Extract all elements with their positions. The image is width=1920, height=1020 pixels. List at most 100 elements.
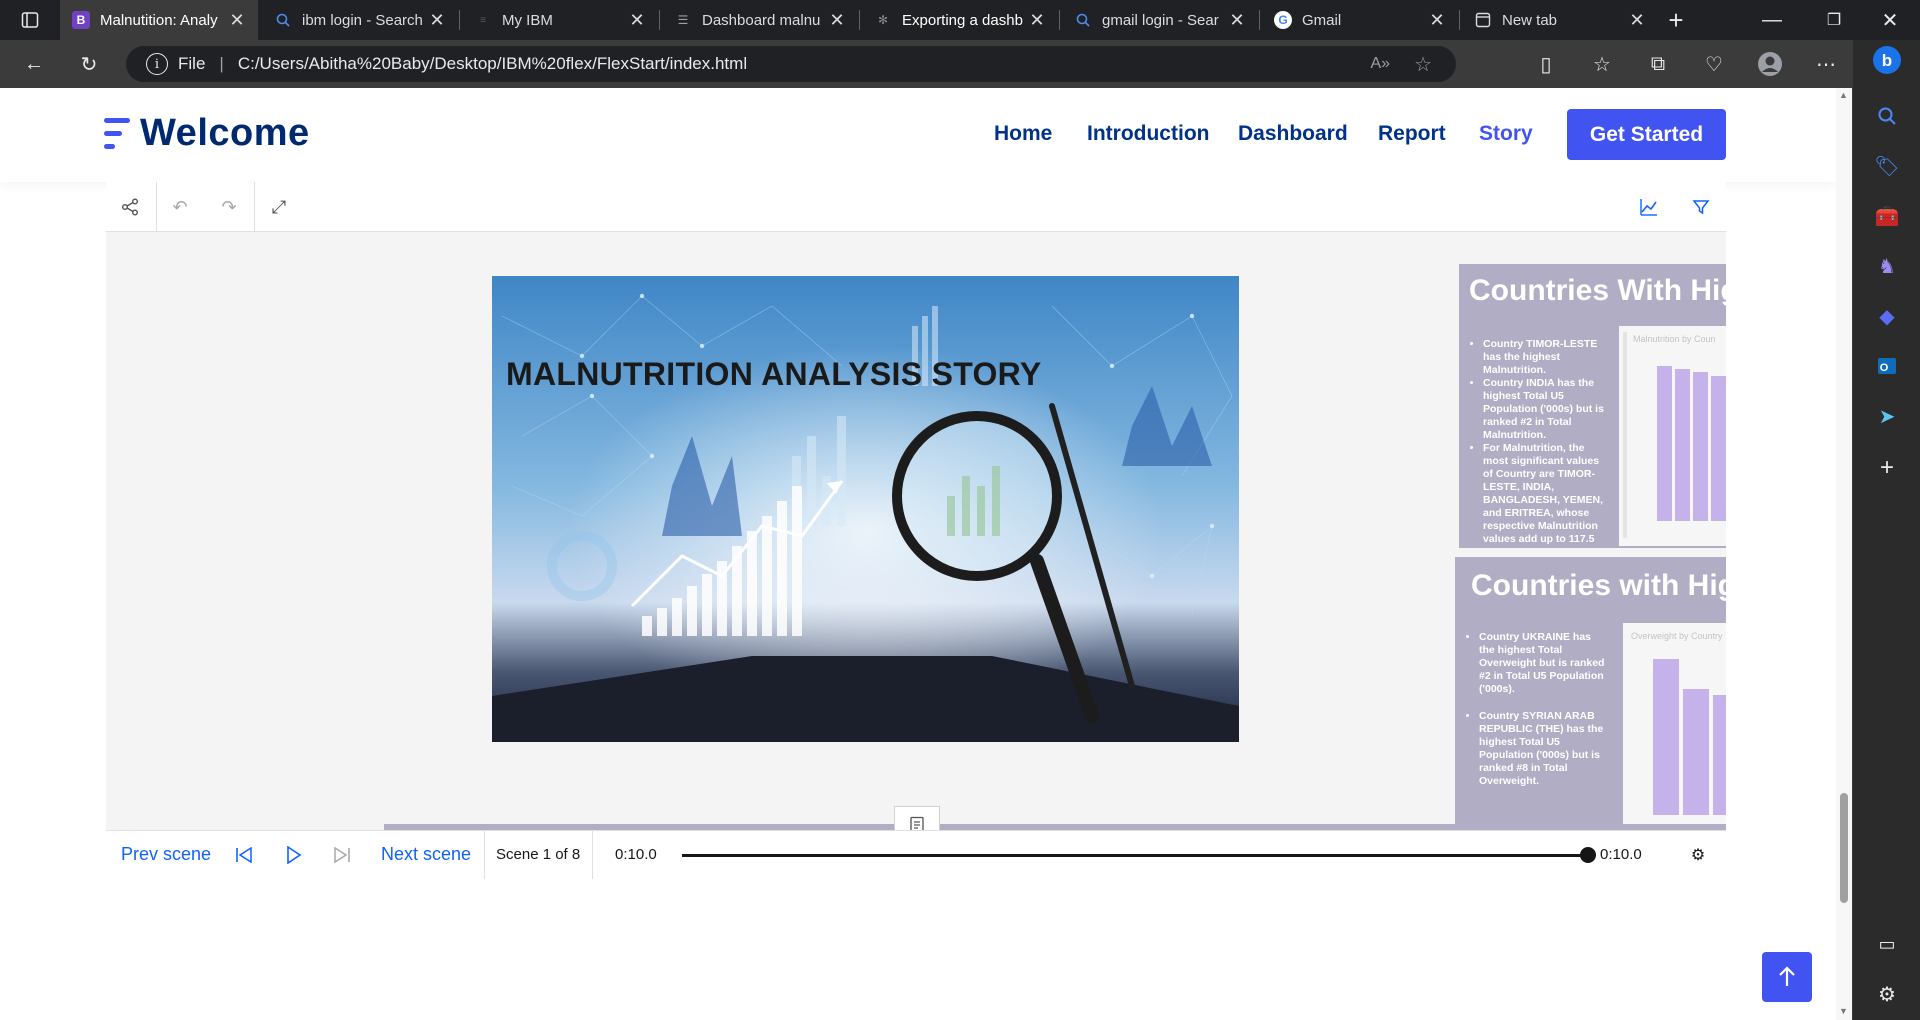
tab-title: Dashboard malnu bbox=[702, 11, 821, 29]
filter-icon[interactable] bbox=[1686, 192, 1716, 222]
back-to-top-button[interactable] bbox=[1762, 952, 1812, 1002]
bullet-item: Country UKRAINE has the highest Total Ov… bbox=[1479, 631, 1605, 696]
scrollbar-thumb[interactable] bbox=[1840, 793, 1848, 903]
skip-to-end-icon[interactable] bbox=[328, 841, 356, 869]
redo-icon[interactable]: ↷ bbox=[214, 192, 244, 222]
window-close-icon[interactable]: ✕ bbox=[1874, 4, 1906, 36]
close-icon[interactable]: ✕ bbox=[1428, 10, 1446, 31]
story-playback-bar: Prev scene Next scene Scene 1 of 8 0:10.… bbox=[106, 830, 1726, 879]
bullet-item: Country SYRIAN ARAB REPUBLIC (THE) has t… bbox=[1479, 710, 1605, 788]
hero-image: MALNUTRITION ANALYSIS STORY bbox=[492, 276, 1239, 742]
split-screen-icon[interactable]: ▯ bbox=[1530, 48, 1562, 80]
collections-icon[interactable]: ⧉ bbox=[1642, 48, 1674, 80]
scene-card-title: Countries with Hig bbox=[1471, 569, 1726, 602]
story-toolbar: ↶ ↷ ⤢ bbox=[106, 182, 1726, 232]
microsoft365-icon[interactable]: ◆ bbox=[1871, 300, 1903, 332]
chart-label: Overweight by Country bbox=[1631, 631, 1723, 641]
shopping-tag-icon[interactable]: 🏷 bbox=[1871, 150, 1903, 182]
games-icon[interactable]: ♞ bbox=[1871, 250, 1903, 282]
tab-gmail[interactable]: G Gmail ✕ bbox=[1262, 0, 1458, 40]
outlook-icon[interactable]: O bbox=[1871, 350, 1903, 382]
malnutrition-bar-chart: Malnutrition by Coun bbox=[1619, 326, 1726, 546]
logo-text[interactable]: Welcome bbox=[140, 112, 310, 155]
story-viewer: ↶ ↷ ⤢ MALNUTRITION ANALYSIS STORY Countr… bbox=[106, 182, 1726, 879]
address-bar[interactable]: i File | C:/Users/Abitha%20Baby/Desktop/… bbox=[126, 46, 1456, 82]
next-scene-button[interactable]: Next scene bbox=[381, 844, 471, 865]
fullscreen-expand-icon[interactable]: ⤢ bbox=[264, 192, 294, 222]
chart-bar bbox=[1713, 695, 1726, 815]
nav-home[interactable]: Home bbox=[994, 122, 1052, 146]
scene-card-bullets: Country UKRAINE has the highest Total Ov… bbox=[1465, 631, 1605, 788]
page-scrollbar[interactable]: ▲ ▼ bbox=[1836, 88, 1852, 1020]
close-icon[interactable]: ✕ bbox=[1228, 10, 1246, 31]
scene-counter: Scene 1 of 8 bbox=[496, 846, 581, 863]
site-header: Welcome Home Introduction Dashboard Repo… bbox=[0, 88, 1836, 182]
nav-story[interactable]: Story bbox=[1479, 122, 1533, 146]
favorite-star-icon[interactable]: ☆ bbox=[1414, 52, 1432, 77]
tab-malnutrition[interactable]: B Malnutition: Analy ✕ bbox=[60, 0, 258, 40]
restore-icon[interactable]: ❐ bbox=[1818, 4, 1850, 36]
community-icon: ✻ bbox=[877, 13, 889, 27]
chart-bar bbox=[1693, 372, 1708, 521]
refresh-icon[interactable]: ↻ bbox=[73, 48, 105, 80]
nav-introduction[interactable]: Introduction bbox=[1087, 122, 1209, 146]
sidebar-settings-icon[interactable]: ⚙ bbox=[1871, 978, 1903, 1010]
bullet-item: Country INDIA has the highest Total U5 P… bbox=[1483, 377, 1609, 442]
site-info-icon[interactable]: i bbox=[146, 53, 168, 75]
tab-gmail-login-search[interactable]: gmail login - Sear ✕ bbox=[1062, 0, 1258, 40]
url-text[interactable]: C:/Users/Abitha%20Baby/Desktop/IBM%20fle… bbox=[238, 54, 1371, 74]
close-icon[interactable]: ✕ bbox=[428, 10, 446, 31]
more-menu-icon[interactable]: ⋯ bbox=[1810, 48, 1842, 80]
share-icon[interactable] bbox=[115, 192, 145, 222]
chart-bar bbox=[1683, 689, 1709, 815]
visualization-icon[interactable] bbox=[1634, 192, 1664, 222]
scene-card-malnutrition[interactable]: Countries With Hig Country TIMOR-LESTE h… bbox=[1459, 264, 1726, 548]
close-icon[interactable]: ✕ bbox=[1028, 10, 1046, 31]
scene-card-title: Countries With Hig bbox=[1469, 274, 1726, 307]
undo-icon[interactable]: ↶ bbox=[165, 192, 195, 222]
prev-scene-button[interactable]: Prev scene bbox=[121, 844, 211, 865]
back-arrow-icon[interactable]: ← bbox=[18, 48, 50, 80]
profile-avatar[interactable] bbox=[1754, 48, 1786, 80]
timeline-slider[interactable] bbox=[682, 854, 1588, 857]
browser-tab-strip: B Malnutition: Analy ✕ ibm login - Searc… bbox=[0, 0, 1920, 40]
get-started-button[interactable]: Get Started bbox=[1567, 109, 1726, 160]
add-sidebar-app-icon[interactable]: + bbox=[1871, 452, 1903, 484]
favorites-icon[interactable]: ☆ bbox=[1586, 48, 1618, 80]
settings-gear-icon[interactable]: ⚙ bbox=[1684, 841, 1712, 869]
tab-title: Malnutition: Analy bbox=[100, 11, 218, 29]
send-icon[interactable]: ➤ bbox=[1871, 400, 1903, 432]
chart-bar bbox=[1711, 376, 1726, 521]
tab-exporting-dashboard[interactable]: ✻ Exporting a dashb ✕ bbox=[862, 0, 1058, 40]
tab-actions-icon[interactable] bbox=[14, 4, 46, 36]
tab-ibm-login-search[interactable]: ibm login - Search ✕ bbox=[262, 0, 458, 40]
browser-essentials-icon[interactable]: ♡ bbox=[1698, 48, 1730, 80]
tab-my-ibm[interactable]: ≡ My IBM ✕ bbox=[462, 0, 658, 40]
browser-toolbar: ← ↻ i File | C:/Users/Abitha%20Baby/Desk… bbox=[0, 40, 1920, 88]
newtab-icon bbox=[1474, 11, 1492, 29]
copilot-icon[interactable]: b bbox=[1871, 44, 1903, 76]
tab-dashboard-malnu[interactable]: ☰ Dashboard malnu ✕ bbox=[662, 0, 858, 40]
search-icon[interactable] bbox=[1871, 100, 1903, 132]
logo-icon[interactable] bbox=[104, 118, 132, 152]
chart-label: Malnutrition by Coun bbox=[1633, 334, 1716, 344]
read-aloud-icon[interactable]: A» bbox=[1370, 55, 1390, 73]
new-tab-plus-icon[interactable]: + bbox=[1660, 4, 1692, 36]
close-icon[interactable]: ✕ bbox=[1628, 10, 1646, 31]
minimize-icon[interactable]: — bbox=[1756, 4, 1788, 36]
tools-icon[interactable]: 🧰 bbox=[1871, 200, 1903, 232]
close-icon[interactable]: ✕ bbox=[828, 10, 846, 31]
notes-icon[interactable] bbox=[894, 806, 940, 830]
timeline-handle[interactable] bbox=[1580, 847, 1596, 863]
play-icon[interactable] bbox=[280, 841, 308, 869]
hide-sidebar-icon[interactable]: ▭ bbox=[1871, 928, 1903, 960]
current-time: 0:10.0 bbox=[615, 846, 657, 863]
close-icon[interactable]: ✕ bbox=[628, 10, 646, 31]
scene-card-overweight[interactable]: Countries with Hig Country UKRAINE has t… bbox=[1455, 557, 1726, 830]
google-icon: G bbox=[1274, 11, 1292, 29]
nav-dashboard[interactable]: Dashboard bbox=[1238, 122, 1348, 146]
skip-to-start-icon[interactable] bbox=[230, 841, 258, 869]
tab-new-tab[interactable]: New tab ✕ bbox=[1462, 0, 1658, 40]
nav-report[interactable]: Report bbox=[1378, 122, 1446, 146]
close-icon[interactable]: ✕ bbox=[228, 10, 246, 31]
